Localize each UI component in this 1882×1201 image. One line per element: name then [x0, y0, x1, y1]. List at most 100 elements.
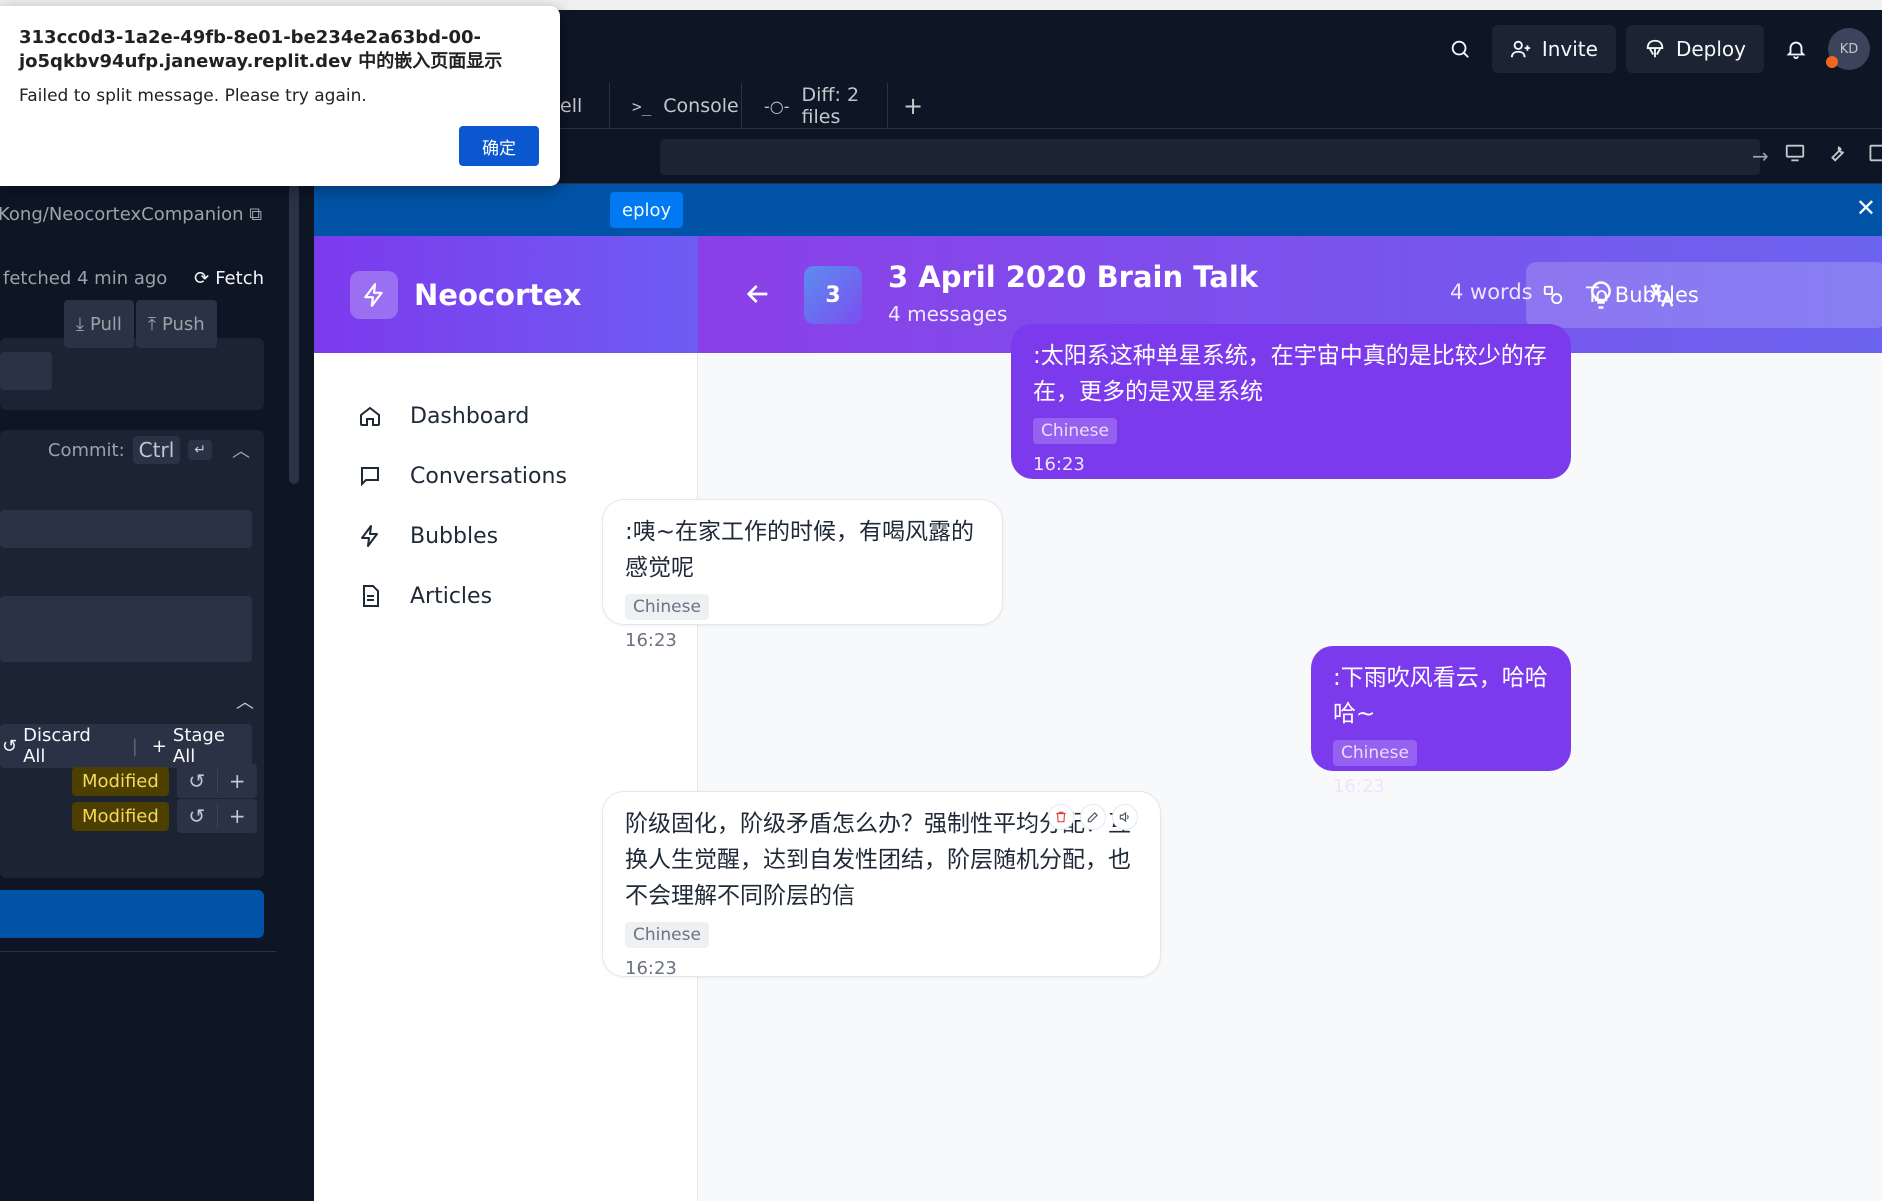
branch-box: [0, 338, 264, 410]
message-bubble[interactable]: :下雨吹风看云，哈哈哈~ Chinese 16:23: [1311, 646, 1571, 797]
terminal-icon: >_: [632, 96, 652, 116]
file-controls: ↺ +: [176, 764, 257, 798]
commit-button[interactable]: [0, 890, 264, 938]
message-bubble[interactable]: 阶级固化，阶级矛盾怎么办？强制性平均分配？互换人生觉醒，达到自发性团结，阶层随机…: [602, 791, 1161, 979]
tab-shell[interactable]: ell: [560, 83, 610, 129]
fetched-status: fetched 4 min ago: [3, 267, 168, 289]
bell-icon[interactable]: [1774, 27, 1818, 71]
message-time: 16:23: [1333, 776, 1385, 797]
brand-header: Neocortex: [314, 236, 698, 353]
ok-button[interactable]: 确定: [459, 126, 539, 166]
stage-all-button[interactable]: + Stage All: [152, 725, 252, 767]
window-icon[interactable]: [1868, 142, 1882, 164]
repo-name: Kong/NeocortexCompanion ⧉: [0, 204, 263, 225]
top-actions: Invite Deploy KD: [1438, 24, 1882, 74]
deploy-button[interactable]: Deploy: [1625, 25, 1764, 73]
conversation-subtitle: 4 messages: [888, 302, 1008, 326]
chevron-up-icon[interactable]: ︿: [232, 437, 250, 463]
push-button[interactable]: ⤒ Push: [136, 300, 217, 348]
dialog-message: Failed to split message. Please try agai…: [19, 86, 367, 106]
document-icon: [363, 585, 379, 607]
app-nav: Dashboard Conversations Bubbles Articles: [358, 386, 567, 626]
divider: |: [131, 735, 138, 757]
speaker-icon[interactable]: [1112, 804, 1138, 830]
language-badge: Chinese: [1333, 740, 1417, 766]
app-sidebar: Neocortex Dashboard Conversations Bubble…: [314, 236, 698, 1201]
arrow-right-icon[interactable]: →: [1752, 144, 1769, 168]
plus-icon[interactable]: +: [216, 769, 257, 793]
status-badge: Modified: [72, 801, 169, 831]
avatar[interactable]: KD: [1826, 28, 1870, 70]
language-badge: Chinese: [625, 594, 709, 620]
trash-icon[interactable]: [1048, 804, 1074, 830]
to-bubbles-button[interactable]: To Bubbles: [1526, 262, 1882, 328]
brand-name: Neocortex: [414, 277, 582, 312]
status-badge: Modified: [72, 766, 169, 796]
tab-diff[interactable]: -○- Diff: 2 files: [742, 83, 888, 129]
tab-console[interactable]: >_ Console: [610, 83, 742, 129]
pull-button[interactable]: ⤓ Pull: [64, 300, 134, 348]
lightning-icon: [350, 270, 398, 319]
refresh-icon: ⟳: [194, 267, 210, 289]
conversation-title: 3 April 2020 Brain Talk: [888, 260, 1259, 294]
deploy-icon: [1646, 39, 1664, 58]
alert-dialog: 313cc0d3-1a2e-49fb-8e01-be234e2a63bd-00-…: [0, 6, 560, 186]
message-tools: [1048, 804, 1138, 830]
language-badge: Chinese: [1033, 418, 1117, 444]
nav-item-label: Conversations: [410, 463, 567, 489]
language-badge: Chinese: [625, 922, 709, 948]
nav-item-conversations[interactable]: Conversations: [358, 446, 567, 506]
message-text: :咦~在家工作的时候，有喝风露的感觉呢: [625, 519, 975, 581]
file-controls: ↺ +: [176, 799, 257, 833]
changed-file-row[interactable]: Modified ↺ +: [72, 762, 257, 800]
plus-icon[interactable]: +: [216, 804, 257, 828]
divider: [0, 951, 276, 952]
stage-all-label: Stage All: [172, 725, 225, 767]
commit-message-input[interactable]: [0, 510, 252, 548]
conversation-number-badge: 3: [804, 266, 862, 324]
close-icon[interactable]: ✕: [1856, 194, 1876, 222]
nav-item-bubbles[interactable]: Bubbles: [358, 506, 567, 566]
nav-item-articles[interactable]: Articles: [358, 566, 567, 626]
undo-icon: ↺: [2, 735, 18, 757]
deploy-label: Deploy: [1675, 37, 1746, 61]
edit-icon[interactable]: [1080, 804, 1106, 830]
invite-button[interactable]: Invite: [1491, 25, 1616, 73]
home-icon: [360, 406, 380, 426]
pull-label: Pull: [89, 313, 122, 335]
wrench-icon[interactable]: [1826, 142, 1848, 164]
commit-header: Commit: Ctrl ↵ ︿: [0, 430, 264, 470]
undo-icon[interactable]: ↺: [177, 769, 217, 793]
discard-all-button[interactable]: ↺ Discard All: [2, 725, 118, 767]
message-bubble[interactable]: :咦~在家工作的时候，有喝风露的感觉呢 Chinese 16:23: [602, 499, 1003, 651]
chevron-up-icon[interactable]: ︿: [236, 688, 254, 714]
fetch-button[interactable]: ⟳ Fetch: [194, 268, 264, 289]
message-text: :太阳系这种单星系统，在宇宙中真的是比较少的存在，更多的是双星系统: [1033, 343, 1547, 405]
banner-deploy-button[interactable]: eploy: [610, 192, 684, 228]
nav-item-dashboard[interactable]: Dashboard: [358, 386, 567, 446]
word-count: 4 words: [1450, 280, 1533, 304]
enter-key-icon: ↵: [188, 440, 212, 460]
neocortex-app: Neocortex Dashboard Conversations Bubble…: [314, 236, 1882, 1201]
fetch-row: fetched 4 min ago ⟳ Fetch: [0, 258, 264, 298]
search-icon[interactable]: [1438, 27, 1482, 71]
undo-icon[interactable]: ↺: [177, 804, 217, 828]
tab-console-label: Console: [663, 95, 739, 117]
changed-file-row[interactable]: Modified ↺ +: [72, 797, 257, 835]
arrow-left-icon[interactable]: [742, 278, 774, 310]
commit-description-input[interactable]: [0, 596, 252, 662]
message-bubble[interactable]: :太阳系这种单星系统，在宇宙中真的是比较少的存在，更多的是双星系统 Chines…: [1011, 324, 1571, 479]
url-field[interactable]: [660, 139, 1760, 175]
tab-diff-label: Diff: 2 files: [801, 84, 860, 128]
scrollbar[interactable]: [289, 184, 299, 484]
branch-selector[interactable]: [0, 352, 52, 390]
avatar-initials: KD: [1839, 41, 1859, 57]
upload-icon: ⤒: [148, 313, 156, 335]
message-time: 16:23: [1033, 454, 1085, 475]
new-tab-button[interactable]: +: [888, 83, 938, 129]
monitor-icon[interactable]: [1784, 142, 1806, 164]
commit-shortcut: Ctrl: [132, 436, 181, 464]
git-panel: Kong/NeocortexCompanion ⧉ fetched 4 min …: [0, 184, 314, 1201]
invite-label: Invite: [1541, 37, 1598, 61]
copy-icon[interactable]: ⧉: [249, 204, 262, 225]
